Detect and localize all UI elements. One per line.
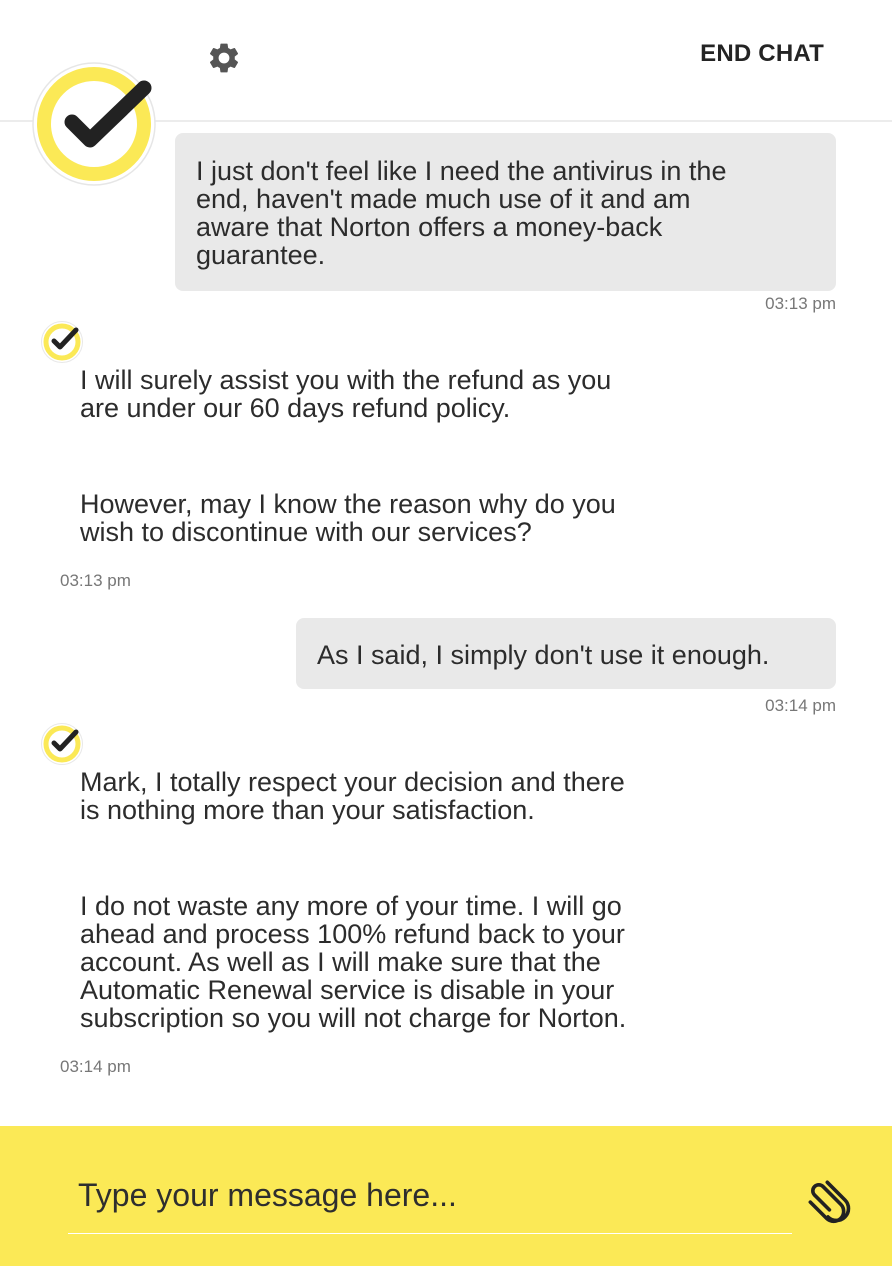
message-line: As I said, I simply don't use it enough. [317,640,770,670]
agent-avatar-icon [41,321,83,363]
gear-icon[interactable] [206,40,242,76]
message-line: I just don't feel like I need the antivi… [196,156,727,186]
end-chat-button[interactable]: END CHAT [700,40,824,68]
message-line: is nothing more than your satisfaction. [80,795,535,825]
message-line: However, may I know the reason why do yo… [80,489,616,519]
message-line: Automatic Renewal service is disable in … [80,975,615,1005]
message-timestamp: 03:14 pm [60,1057,131,1076]
norton-logo-icon [32,62,156,186]
message-input[interactable] [68,1158,792,1234]
message-timestamp: 03:14 pm [765,696,836,715]
message-line: account. As well as I will make sure tha… [80,947,601,977]
message-line: Mark, I totally respect your decision an… [80,767,625,797]
message-line: aware that Norton offers a money-back [196,212,663,242]
paperclip-icon[interactable] [800,1172,856,1228]
user-message-bubble: As I said, I simply don't use it enough. [296,618,836,689]
message-line: subscription so you will not charge for … [80,1003,627,1033]
message-line: guarantee. [196,240,326,270]
message-line: I do not waste any more of your time. I … [80,891,622,921]
message-line: ahead and process 100% refund back to yo… [80,919,625,949]
message-line: wish to discontinue with our services? [80,517,532,547]
agent-message: I will surely assist you with the refund… [80,366,616,546]
message-line: are under our 60 days refund policy. [80,393,511,423]
message-timestamp: 03:13 pm [765,294,836,313]
message-line: I will surely assist you with the refund… [80,365,612,395]
agent-avatar-icon [41,723,83,765]
message-line: end, haven't made much use of it and am [196,184,691,214]
user-message-bubble: I just don't feel like I need the antivi… [175,133,836,291]
message-timestamp: 03:13 pm [60,571,131,590]
agent-message: Mark, I totally respect your decision an… [80,768,626,1032]
